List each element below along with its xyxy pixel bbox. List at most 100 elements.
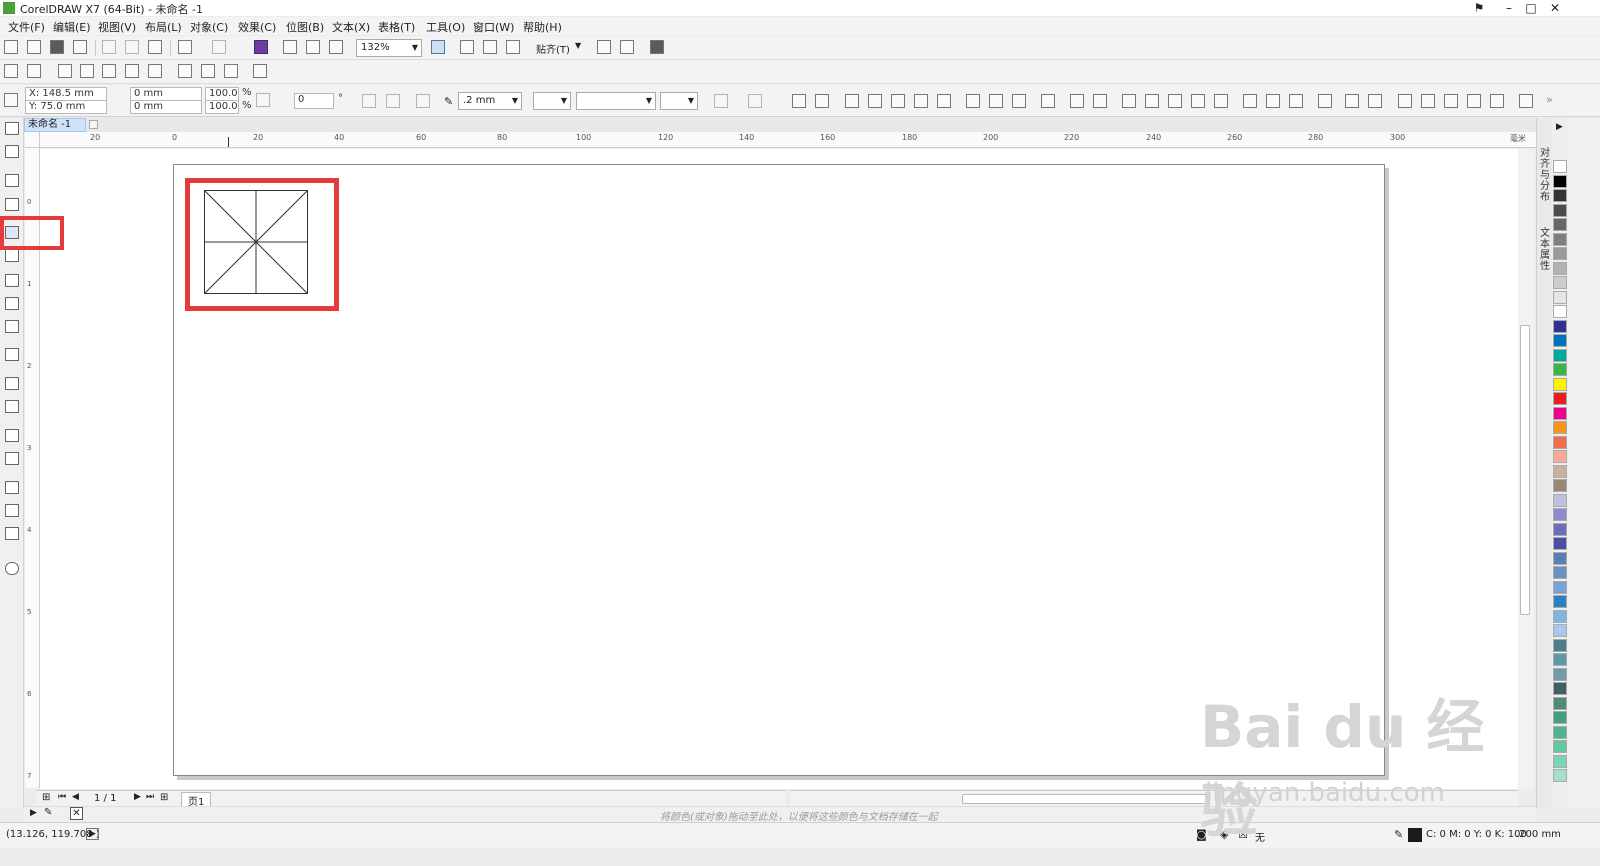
color-swatch[interactable]: [1553, 247, 1567, 260]
add-tools-icon[interactable]: [5, 562, 19, 575]
height-field[interactable]: 0 mm: [130, 100, 202, 114]
color-swatch[interactable]: [1553, 320, 1567, 333]
import-icon[interactable]: [283, 40, 297, 54]
macro-icon-22[interactable]: [1041, 94, 1055, 108]
no-color-swatch[interactable]: ✕: [70, 807, 83, 820]
menu-effects[interactable]: 效果(C): [238, 19, 276, 35]
menu-bitmap[interactable]: 位图(B): [286, 19, 324, 35]
pick-tool-icon[interactable]: [5, 122, 19, 135]
publish-pdf-icon[interactable]: [329, 40, 343, 54]
macro-icon-4[interactable]: [80, 64, 94, 78]
docker-tab-text-properties[interactable]: 文本属性: [1538, 228, 1552, 272]
paste-icon[interactable]: [148, 40, 162, 54]
undo-icon[interactable]: [178, 40, 192, 54]
copy-icon[interactable]: [125, 40, 139, 54]
new-document-icon[interactable]: [4, 40, 18, 54]
color-swatch[interactable]: [1553, 262, 1567, 275]
full-screen-icon[interactable]: [431, 40, 445, 54]
macro-icon-32[interactable]: [1289, 94, 1303, 108]
interactive-fill-tool-icon[interactable]: [5, 504, 19, 517]
snap-to-dropdown[interactable]: 贴齐(T): [536, 41, 570, 56]
transparency-tool-icon[interactable]: [5, 452, 19, 465]
first-page-icon[interactable]: ⏮: [58, 792, 66, 802]
menu-view[interactable]: 视图(V): [98, 19, 136, 35]
macro-icon-36[interactable]: [1398, 94, 1412, 108]
options-icon[interactable]: [597, 40, 611, 54]
color-swatch[interactable]: [1553, 218, 1567, 231]
color-swatch[interactable]: [1553, 494, 1567, 507]
export-icon[interactable]: [306, 40, 320, 54]
redo-icon[interactable]: [212, 40, 226, 54]
color-swatch[interactable]: [1553, 508, 1567, 521]
macro-icon-13[interactable]: [815, 94, 829, 108]
eyedropper-icon[interactable]: ✎: [44, 807, 52, 818]
smart-fill-tool-icon[interactable]: [5, 527, 19, 540]
color-swatch[interactable]: [1553, 421, 1567, 434]
color-swatch[interactable]: [1553, 363, 1567, 376]
macro-icon-38[interactable]: [1444, 94, 1458, 108]
quick-customize-icon[interactable]: [748, 94, 762, 108]
crop-tool-icon[interactable]: [5, 174, 19, 187]
macro-icon-37[interactable]: [1421, 94, 1435, 108]
macro-icon-30[interactable]: [1243, 94, 1257, 108]
outline-color-swatch[interactable]: [1408, 828, 1422, 842]
color-swatch[interactable]: [1553, 291, 1567, 304]
document-tab[interactable]: 未命名 -1: [24, 118, 86, 132]
mirror-horizontal-icon[interactable]: [362, 94, 376, 108]
macro-icon-10[interactable]: [224, 64, 238, 78]
color-swatch[interactable]: [1553, 595, 1567, 608]
macro-icon-2[interactable]: [27, 64, 41, 78]
macro-icon-7[interactable]: [148, 64, 162, 78]
color-swatch[interactable]: [1553, 581, 1567, 594]
color-swatch[interactable]: [1553, 175, 1567, 188]
color-swatch[interactable]: [1553, 276, 1567, 289]
color-swatch[interactable]: [1553, 233, 1567, 246]
add-page-icon[interactable]: ⊞: [42, 792, 50, 803]
y-position-field[interactable]: Y: 75.0 mm: [25, 100, 107, 114]
show-rulers-icon[interactable]: [460, 40, 474, 54]
color-swatch[interactable]: [1553, 711, 1567, 724]
next-page-icon[interactable]: ▶: [134, 792, 141, 802]
add-page-after-icon[interactable]: ⊞: [160, 792, 168, 803]
macro-icon-17[interactable]: [914, 94, 928, 108]
end-arrowhead-dropdown[interactable]: ▼: [660, 92, 698, 110]
macro-icon-33[interactable]: [1318, 94, 1332, 108]
macro-icon-16[interactable]: [891, 94, 905, 108]
macro-icon-25[interactable]: [1122, 94, 1136, 108]
horizontal-scroll-thumb[interactable]: [962, 794, 1208, 804]
color-swatch[interactable]: [1553, 755, 1567, 768]
color-swatch[interactable]: [1553, 740, 1567, 753]
menu-window[interactable]: 窗口(W): [473, 19, 514, 35]
more-tools-chevron-icon[interactable]: »: [1546, 93, 1553, 106]
macro-icon-6[interactable]: [125, 64, 139, 78]
mirror-vertical-icon[interactable]: [386, 94, 400, 108]
macro-icon-18[interactable]: [937, 94, 951, 108]
rectangle-tool-icon[interactable]: [5, 274, 19, 287]
color-swatch[interactable]: [1553, 392, 1567, 405]
horizontal-ruler[interactable]: 20 0 20 40 60 80 100 120 140 160 180 200…: [40, 132, 1536, 148]
color-swatch[interactable]: [1553, 653, 1567, 666]
connector-tool-icon[interactable]: [5, 400, 19, 413]
close-tab-icon[interactable]: [89, 120, 98, 129]
color-swatch[interactable]: [1553, 552, 1567, 565]
macro-icon-3[interactable]: [58, 64, 72, 78]
macro-icon-11[interactable]: [253, 64, 267, 78]
minimize-button[interactable]: –: [1498, 0, 1520, 16]
color-swatch[interactable]: [1553, 639, 1567, 652]
macro-icon-15[interactable]: [868, 94, 882, 108]
show-guidelines-icon[interactable]: [506, 40, 520, 54]
macro-icon-31[interactable]: [1266, 94, 1280, 108]
color-swatch[interactable]: [1553, 450, 1567, 463]
last-page-icon[interactable]: ⏭: [146, 792, 154, 802]
macro-icon-39[interactable]: [1467, 94, 1481, 108]
macro-icon-23[interactable]: [1070, 94, 1084, 108]
scale-width-field[interactable]: 100.0: [205, 87, 239, 101]
palette-scroll-up-icon[interactable]: ▶: [1556, 122, 1563, 132]
save-icon[interactable]: [50, 40, 64, 54]
color-swatch[interactable]: [1553, 436, 1567, 449]
macro-icon-27[interactable]: [1168, 94, 1182, 108]
status-play-icon[interactable]: ▶: [86, 828, 99, 840]
menu-table[interactable]: 表格(T): [378, 19, 415, 35]
macro-icon-35[interactable]: [1368, 94, 1382, 108]
vertical-scroll-thumb[interactable]: [1520, 325, 1530, 615]
